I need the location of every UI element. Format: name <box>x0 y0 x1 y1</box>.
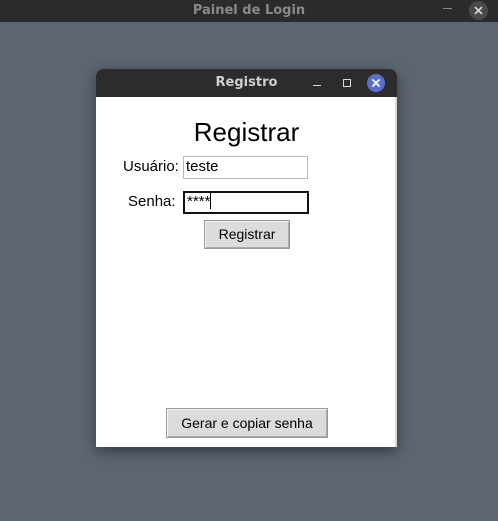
username-field[interactable]: teste <box>183 156 308 179</box>
password-label: Senha: <box>128 193 176 210</box>
password-field[interactable]: **** <box>183 191 309 214</box>
register-button[interactable]: Registrar <box>204 220 290 249</box>
close-icon[interactable] <box>367 74 385 92</box>
main-window-titlebar[interactable]: Painel de Login <box>0 0 498 22</box>
username-value: teste <box>186 158 219 175</box>
minimize-icon[interactable] <box>443 8 452 9</box>
maximize-icon[interactable] <box>343 79 351 87</box>
password-value: **** <box>187 193 211 210</box>
main-window-title: Painel de Login <box>192 3 306 18</box>
minimize-icon[interactable] <box>313 85 321 86</box>
register-dialog: Registro Registrar Usuário: teste Senha:… <box>96 69 397 447</box>
dialog-titlebar[interactable]: Registro <box>96 69 397 97</box>
username-label: Usuário: <box>123 158 179 175</box>
page-title: Registrar <box>193 117 300 147</box>
generate-password-button[interactable]: Gerar e copiar senha <box>166 408 328 438</box>
dialog-border <box>395 97 397 447</box>
close-icon[interactable] <box>469 1 488 20</box>
dialog-title: Registro <box>215 75 278 90</box>
text-cursor <box>210 193 212 209</box>
